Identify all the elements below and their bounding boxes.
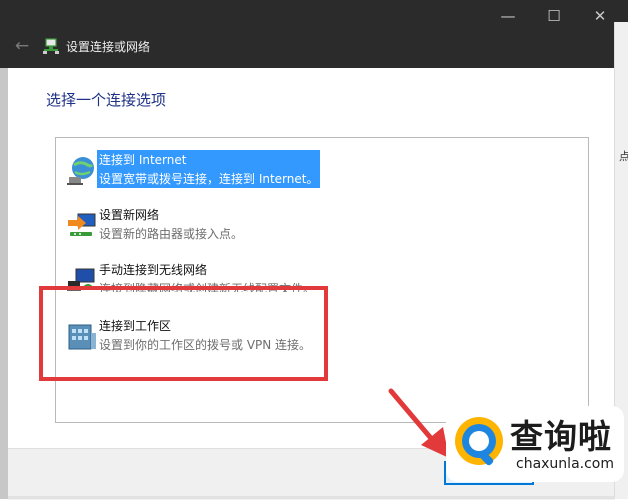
watermark: 查询啦 chaxunla.com bbox=[446, 406, 624, 482]
option-description: 设置新的路由器或接入点。 bbox=[99, 227, 244, 241]
magnifier-logo-icon bbox=[455, 417, 503, 466]
highlight-annotation-box bbox=[39, 286, 328, 381]
option-title: 手动连接到无线网络 bbox=[99, 263, 208, 277]
globe-network-icon bbox=[67, 157, 94, 185]
option-connect-internet[interactable]: 连接到 Internet 设置宽带或拨号连接，连接到 Internet。 bbox=[62, 150, 582, 198]
background-text-fragment: 点 bbox=[619, 150, 628, 163]
dialog-body: 选择一个连接选项 连接到 Internet 设置宽带或拨号连接，连接到 Inte… bbox=[8, 68, 614, 448]
watermark-name: 查询啦 bbox=[510, 417, 612, 456]
minimize-button[interactable]: — bbox=[485, 4, 531, 28]
annotation-arrow-icon bbox=[388, 388, 449, 458]
option-setup-new-network[interactable]: 设置新网络 设置新的路由器或接入点。 bbox=[62, 205, 582, 253]
background-window-left bbox=[0, 68, 8, 499]
new-network-icon bbox=[68, 213, 96, 236]
maximize-button[interactable]: ☐ bbox=[531, 4, 577, 28]
watermark-site: chaxunla.com bbox=[516, 456, 614, 472]
page-heading: 选择一个连接选项 bbox=[46, 91, 167, 109]
back-arrow-icon[interactable]: ← bbox=[12, 36, 32, 56]
option-description: 设置宽带或拨号连接，连接到 Internet。 bbox=[97, 169, 321, 188]
option-title: 设置新网络 bbox=[99, 208, 160, 222]
option-title: 连接到 Internet bbox=[97, 150, 321, 169]
title-bar: — ☐ ✕ ← 设置连接或网络 bbox=[0, 0, 628, 68]
window-title: 设置连接或网络 bbox=[66, 40, 151, 54]
network-setup-icon bbox=[43, 38, 59, 54]
